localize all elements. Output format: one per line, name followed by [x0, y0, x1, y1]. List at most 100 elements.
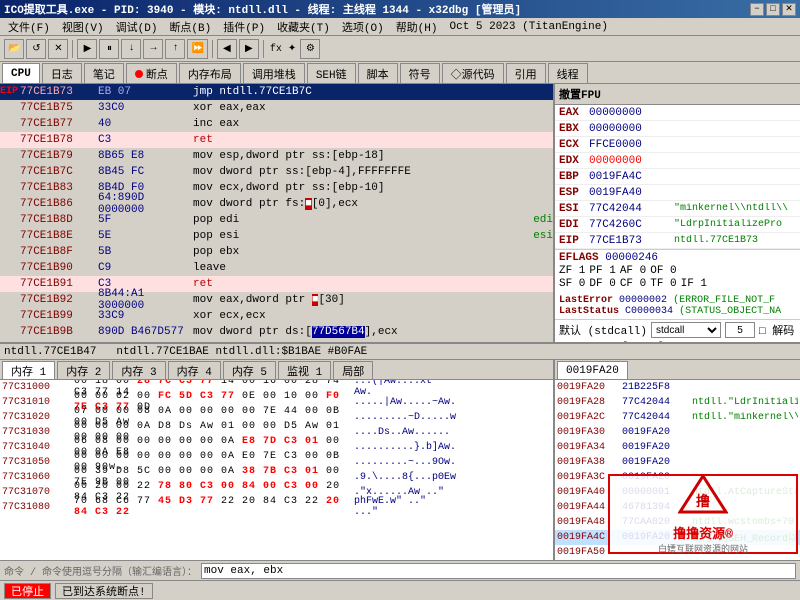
reg-name-ecx: ECX: [559, 139, 589, 151]
tab-threads[interactable]: 线程: [548, 63, 588, 83]
flag-pf[interactable]: PF 1: [589, 265, 615, 277]
tab-breakpoints[interactable]: 断点: [126, 63, 177, 83]
menu-options[interactable]: 选项(O): [336, 18, 390, 36]
reg-eip[interactable]: EIP 77CE1B73 ntdll.77CE1B73: [555, 233, 800, 249]
disasm-row[interactable]: 77CE1B90 C9 leave: [0, 260, 553, 276]
call-stack-row[interactable]: 0019FA2C 77C42044 ntdll."minkernel\\ntdl…: [555, 410, 800, 425]
menu-view[interactable]: 视图(V): [56, 18, 110, 36]
mem-tab-local[interactable]: 局部: [333, 361, 373, 379]
mem-tab-2[interactable]: 内存 2: [57, 361, 110, 379]
tab-notes[interactable]: 笔记: [84, 63, 124, 83]
stdcall-count[interactable]: [725, 322, 755, 338]
stack-arg-1[interactable]: 1: [esp+4] 77C4260C ntdll.77C4260C "Li: [555, 340, 800, 342]
tb-stepout[interactable]: ↑: [165, 39, 185, 59]
tab-cpu[interactable]: CPU: [2, 63, 40, 83]
call-stack-row[interactable]: 0019FA30 0019FA20: [555, 425, 800, 440]
tab-log[interactable]: 日志: [42, 63, 82, 83]
flag-if[interactable]: IF 1: [681, 278, 707, 290]
tab-seh[interactable]: SEH链: [307, 63, 356, 83]
tb-close[interactable]: ✕: [48, 39, 68, 59]
tb-stepinto[interactable]: ↓: [121, 39, 141, 59]
cs-addr: 0019FA34: [557, 442, 622, 453]
tb-back[interactable]: ◀: [217, 39, 237, 59]
disasm-row[interactable]: 77CE1B9B 890D B467D577 mov dword ptr ds:…: [0, 324, 553, 340]
disasm-row[interactable]: 77CE1B99 33C9 xor ecx,ecx: [0, 308, 553, 324]
disasm-row[interactable]: 77CE1B77 40 inc eax: [0, 116, 553, 132]
tb-stepover[interactable]: →: [143, 39, 163, 59]
tb-pause[interactable]: ⏸: [99, 39, 119, 59]
mem-row[interactable]: 77C31080 70 68 C6 77 45 D3 77 22 20 84 C…: [0, 500, 553, 515]
flag-zf[interactable]: ZF 1: [559, 265, 585, 277]
disasm-scroll[interactable]: EIP 77CE1B73 EB 07 jmp ntdll.77CE1B7C 77…: [0, 84, 553, 342]
tb-run[interactable]: ▶: [77, 39, 97, 59]
reg-esp[interactable]: ESP 0019FA40: [555, 185, 800, 201]
tb-forward[interactable]: ▶: [239, 39, 259, 59]
flags-row2: SF 0 DF 0 CF 0 TF 0 IF 1: [559, 278, 796, 290]
tb-misc[interactable]: ⚙: [300, 39, 320, 59]
disasm-row[interactable]: 77CE1B8D 5F pop edi edi: [0, 212, 553, 228]
reg-esi[interactable]: ESI 77C42044 "minkernel\\ntdll\\: [555, 201, 800, 217]
flag-cf[interactable]: CF 0: [620, 278, 646, 290]
disasm-row[interactable]: 77CE1B92 8B44:A1 3000000 mov eax,dword p…: [0, 292, 553, 308]
disasm-row[interactable]: 77CE1B91 C3 ret: [0, 276, 553, 292]
mem-tab-5[interactable]: 内存 5: [223, 361, 276, 379]
stdcall-select[interactable]: stdcall cdecl: [651, 322, 721, 338]
flag-df[interactable]: DF 0: [589, 278, 615, 290]
tb-open[interactable]: 📂: [4, 39, 24, 59]
disasm-instr: inc eax: [193, 118, 553, 130]
tab-symbols[interactable]: 符号: [400, 63, 440, 83]
tb-runto[interactable]: ⏩: [187, 39, 207, 59]
disasm-row[interactable]: EIP 77CE1B73 EB 07 jmp ntdll.77CE1B7C: [0, 84, 553, 100]
menu-breakpoint[interactable]: 断点(B): [163, 18, 217, 36]
mem-tab-4[interactable]: 内存 4: [168, 361, 221, 379]
mem-tab-1[interactable]: 内存 1: [2, 361, 55, 379]
memory-content[interactable]: 77C31000 00 18 00 28 7C C3 77 14 00 16 0…: [0, 380, 553, 560]
call-stack-row[interactable]: 0019FA38 0019FA20: [555, 455, 800, 470]
flag-af[interactable]: AF 0: [620, 265, 646, 277]
disasm-row[interactable]: 77CE1B8F 5B pop ebx: [0, 244, 553, 260]
tab-memory-map[interactable]: 内存布局: [179, 63, 241, 83]
mem-tab-3[interactable]: 内存 3: [112, 361, 165, 379]
call-stack-row[interactable]: 0019FA20 21B225F8: [555, 380, 800, 395]
reg-edi[interactable]: EDI 77C4260C "LdrpInitializePro: [555, 217, 800, 233]
menu-plugin[interactable]: 插件(P): [217, 18, 271, 36]
tab-callstack[interactable]: 调用堆栈: [243, 63, 305, 83]
maximize-button[interactable]: □: [766, 3, 780, 16]
tab-source[interactable]: ◇源代码: [442, 63, 504, 83]
tab-script[interactable]: 脚本: [358, 63, 398, 83]
disasm-row[interactable]: 77CE1B86 64:890D 0000000 mov dword ptr f…: [0, 196, 553, 212]
disasm-instr: mov dword ptr fs:■[0],ecx: [193, 198, 553, 210]
reg-edx[interactable]: EDX 00000000: [555, 153, 800, 169]
call-stack-row[interactable]: 0019FA28 77C42044 ntdll."LdrInitializePr…: [555, 395, 800, 410]
reg-ebp[interactable]: EBP 0019FA4C: [555, 169, 800, 185]
tb-restart[interactable]: ↺: [26, 39, 46, 59]
tab-references[interactable]: 引用: [506, 63, 546, 83]
flag-of[interactable]: OF 0: [650, 265, 676, 277]
flag-sf[interactable]: SF 0: [559, 278, 585, 290]
menu-file[interactable]: 文件(F): [2, 18, 56, 36]
disasm-row[interactable]: 77CE1B83 8B4D F0 mov ecx,dword ptr ss:[e…: [0, 180, 553, 196]
reg-val-esp: 0019FA40: [589, 187, 674, 199]
stack-args[interactable]: 1: [esp+4] 77C4260C ntdll.77C4260C "Li 2…: [555, 340, 800, 342]
disasm-bytes: 33C9: [98, 310, 193, 322]
menu-debug[interactable]: 调试(D): [110, 18, 164, 36]
command-input[interactable]: [201, 563, 796, 579]
disasm-row[interactable]: 77CE1B7C 8B45 FC mov dword ptr ss:[ebp-4…: [0, 164, 553, 180]
flag-tf[interactable]: TF 0: [650, 278, 676, 290]
reg-eax[interactable]: EAX 00000000: [555, 105, 800, 121]
call-stack-row[interactable]: 0019FA34 0019FA20: [555, 440, 800, 455]
reg-ecx[interactable]: ECX FFCE0000: [555, 137, 800, 153]
menu-favorites[interactable]: 收藏夹(T): [271, 18, 336, 36]
menu-help[interactable]: 帮助(H): [390, 18, 444, 36]
mem-tab-watch[interactable]: 监视 1: [278, 361, 331, 379]
minimize-button[interactable]: −: [750, 3, 764, 16]
disasm-row[interactable]: 77CE1B8E 5E pop esi esi: [0, 228, 553, 244]
last-status-label: LastStatus: [559, 306, 619, 317]
disasm-row[interactable]: 77CE1B75 33C0 xor eax,eax: [0, 100, 553, 116]
disasm-row[interactable]: 77CE1B79 8B65 E8 mov esp,dword ptr ss:[e…: [0, 148, 553, 164]
disasm-row[interactable]: 77CE1BA1 8908 B867D577 mov dword ptr ds:…: [0, 340, 553, 342]
disasm-row[interactable]: 77CE1B78 C3 ret: [0, 132, 553, 148]
reg-ebx[interactable]: EBX 00000000: [555, 121, 800, 137]
reg-val-eip: 77CE1B73: [589, 235, 674, 247]
close-button[interactable]: ✕: [782, 3, 796, 16]
